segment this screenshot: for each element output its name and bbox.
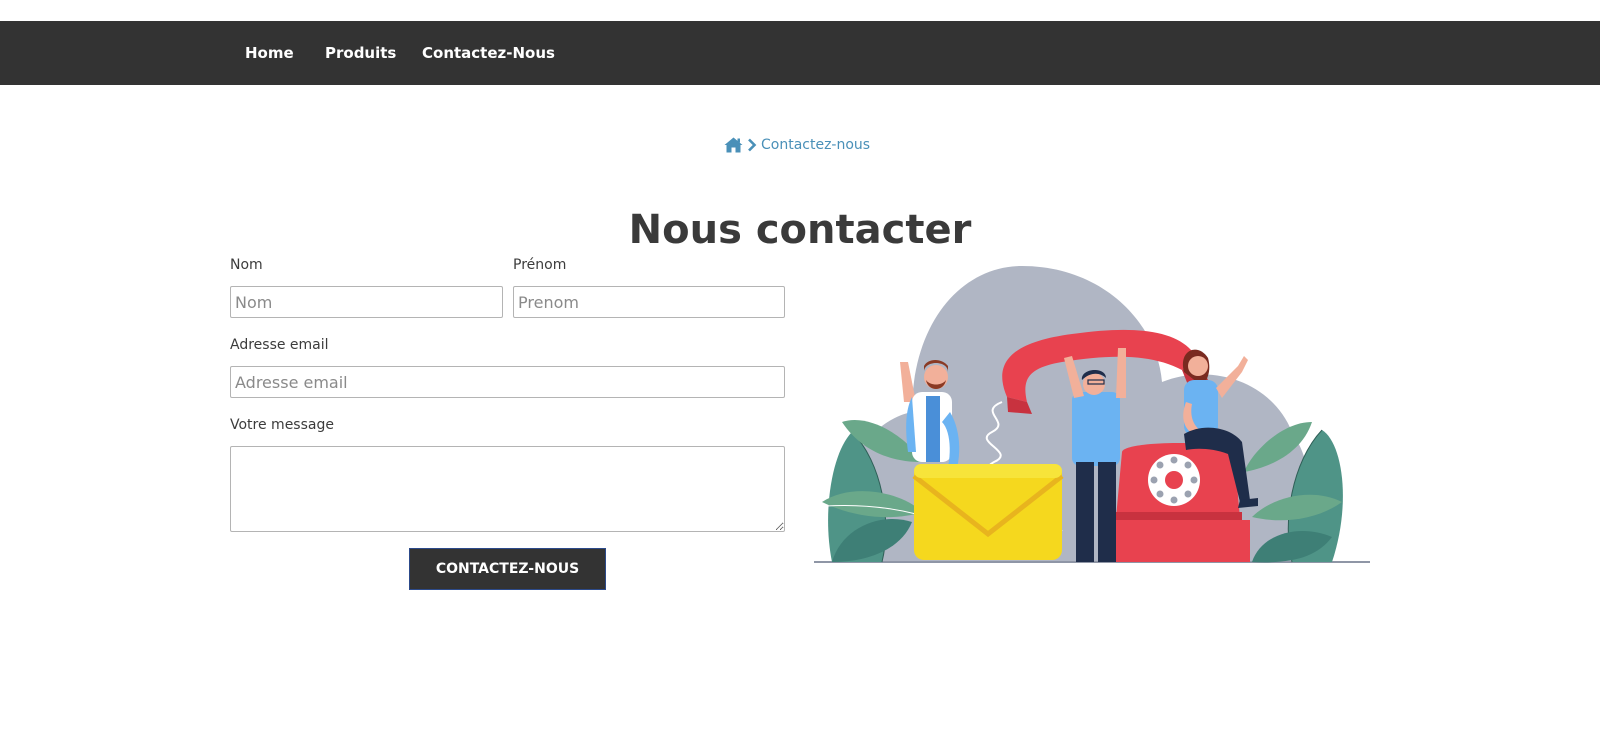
contact-illustration — [814, 266, 1370, 563]
breadcrumb-current: Contactez-nous — [761, 137, 871, 153]
contact-submit-button[interactable]: CONTACTEZ-NOUS — [409, 548, 606, 590]
home-icon[interactable] — [724, 137, 743, 153]
message-textarea[interactable] — [230, 446, 785, 532]
top-navbar: Home Produits Contactez-Nous — [0, 21, 1600, 85]
telephone-base — [1108, 443, 1250, 562]
nav-link-produits[interactable]: Produits — [325, 21, 396, 85]
message-label: Votre message — [230, 417, 334, 433]
nom-input[interactable] — [230, 286, 503, 318]
breadcrumb: Contactez-nous — [724, 134, 870, 156]
nav-link-home[interactable]: Home — [245, 21, 294, 85]
email-label: Adresse email — [230, 337, 329, 353]
nom-label: Nom — [230, 257, 263, 273]
envelope-illustration — [912, 464, 1064, 560]
nav-link-contactez-nous[interactable]: Contactez-Nous — [422, 21, 555, 85]
page-title: Nous contacter — [628, 207, 972, 253]
chevron-right-icon — [747, 138, 757, 152]
prenom-input[interactable] — [513, 286, 785, 318]
email-input[interactable] — [230, 366, 785, 398]
prenom-label: Prénom — [513, 257, 567, 273]
